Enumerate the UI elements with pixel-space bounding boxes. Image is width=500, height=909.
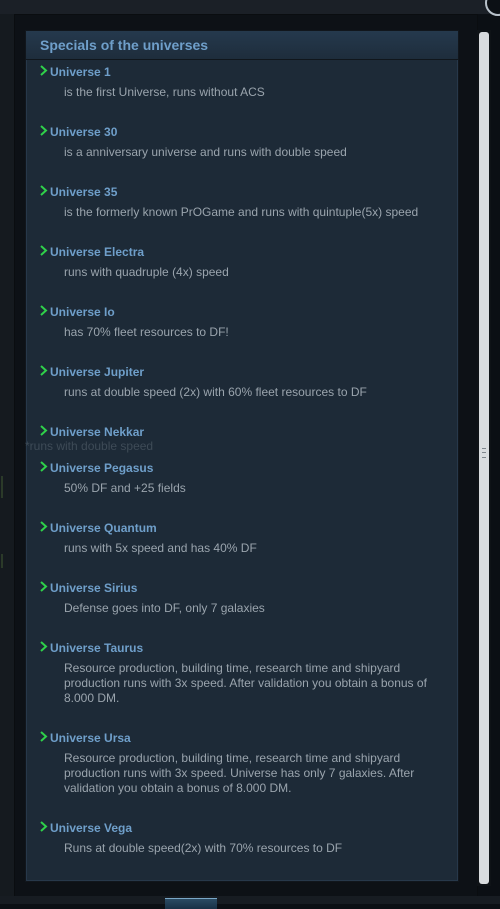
universe-name[interactable]: Universe Electra (50, 245, 144, 259)
universe-name[interactable]: Universe Ursa (50, 731, 131, 745)
bottom-bar (0, 896, 500, 904)
universe-entry: Universe 1 is the first Universe, runs w… (26, 61, 458, 121)
universe-description: 50% DF and +25 fields (64, 481, 186, 495)
chevron-right-icon (40, 821, 48, 832)
chevron-right-icon (40, 731, 48, 742)
universe-header[interactable]: Universe Taurus (39, 637, 458, 657)
chevron-right-icon (40, 65, 48, 76)
universe-entry: Universe 30 is a anniversary universe an… (26, 121, 458, 181)
universe-description: is the formerly known PrOGame and runs w… (64, 205, 419, 219)
left-edge-strip (0, 14, 14, 898)
universe-description: has 70% fleet resources to DF! (64, 325, 229, 339)
universe-name[interactable]: Universe Sirius (50, 581, 137, 595)
universe-name[interactable]: Universe Quantum (50, 521, 157, 535)
universe-entry: Universe Sirius Defense goes into DF, on… (26, 577, 458, 637)
universe-name[interactable]: Universe 30 (50, 125, 117, 139)
universe-header[interactable]: Universe Quantum (39, 517, 458, 537)
specials-panel: Specials of the universes Universe 1 is … (25, 30, 459, 882)
chevron-right-icon (40, 365, 48, 376)
universe-name[interactable]: Universe 1 (50, 65, 111, 79)
universe-name[interactable]: Universe Pegasus (50, 461, 153, 475)
chevron-right-icon (40, 581, 48, 592)
universe-header[interactable]: Universe Ursa (39, 727, 458, 747)
universe-name[interactable]: Universe Taurus (50, 641, 143, 655)
universe-entry: Universe Electra runs with quadruple (4x… (26, 241, 458, 301)
universe-entry: Universe Taurus Resource production, bui… (26, 637, 458, 727)
universe-entry: Universe Nekkar *runs with double speed (25, 421, 458, 457)
chevron-right-icon (40, 425, 48, 436)
top-bar (0, 0, 500, 14)
universe-list: Universe 1 is the first Universe, runs w… (25, 61, 458, 877)
universe-description: Resource production, building time, rese… (64, 661, 427, 705)
panel-header: Specials of the universes (26, 31, 458, 60)
universe-header[interactable]: Universe Nekkar (39, 421, 458, 441)
universe-name[interactable]: Universe Io (50, 305, 115, 319)
chevron-right-icon (40, 185, 48, 196)
universe-header[interactable]: Universe Pegasus (39, 457, 458, 477)
universe-entry: Universe Io has 70% fleet resources to D… (26, 301, 458, 361)
universe-entry: Universe 35 is the formerly known PrOGam… (26, 181, 458, 241)
chevron-right-icon (40, 125, 48, 136)
universe-description: is a anniversary universe and runs with … (64, 145, 347, 159)
vertical-scrollbar[interactable] (477, 30, 491, 886)
chevron-right-icon (40, 461, 48, 472)
universe-header[interactable]: Universe 30 (39, 121, 458, 141)
universe-description: is the first Universe, runs without ACS (64, 85, 265, 99)
universe-entry: Universe Quantum runs with 5x speed and … (26, 517, 458, 577)
chevron-right-icon (40, 305, 48, 316)
scroll-grip-icon (482, 448, 486, 458)
chevron-right-icon (40, 245, 48, 256)
universe-description: runs with quadruple (4x) speed (64, 265, 229, 279)
universe-header[interactable]: Universe Io (39, 301, 458, 321)
universe-name[interactable]: Universe Nekkar (50, 425, 144, 439)
universe-description: runs with 5x speed and has 40% DF (64, 541, 257, 555)
universe-description: runs at double speed (2x) with 60% fleet… (64, 385, 367, 399)
universe-header[interactable]: Universe Electra (39, 241, 458, 261)
universe-entry: Universe Ursa Resource production, build… (26, 727, 458, 817)
universe-header[interactable]: Universe Vega (39, 817, 458, 837)
universe-name[interactable]: Universe Vega (50, 821, 132, 835)
scrollbar-thumb[interactable] (479, 32, 489, 884)
universe-header[interactable]: Universe Sirius (39, 577, 458, 597)
universe-header[interactable]: Universe 35 (39, 181, 458, 201)
universe-entry: Universe Jupiter runs at double speed (2… (26, 361, 458, 421)
universe-description: Defense goes into DF, only 7 galaxies (64, 601, 265, 615)
universe-name[interactable]: Universe 35 (50, 185, 117, 199)
universe-header[interactable]: Universe 1 (39, 61, 458, 81)
universe-note: *runs with double speed (25, 439, 154, 453)
universe-description: Resource production, building time, rese… (64, 751, 415, 795)
universe-entry: Universe Vega Runs at double speed(2x) w… (26, 817, 458, 877)
chevron-right-icon (40, 641, 48, 652)
universe-header[interactable]: Universe Jupiter (39, 361, 458, 381)
universe-name[interactable]: Universe Jupiter (50, 365, 144, 379)
chevron-right-icon (40, 521, 48, 532)
panel-title: Specials of the universes (40, 37, 209, 53)
universe-entry: Universe Pegasus 50% DF and +25 fields (26, 457, 458, 517)
universe-description: Runs at double speed(2x) with 70% resour… (64, 841, 343, 855)
